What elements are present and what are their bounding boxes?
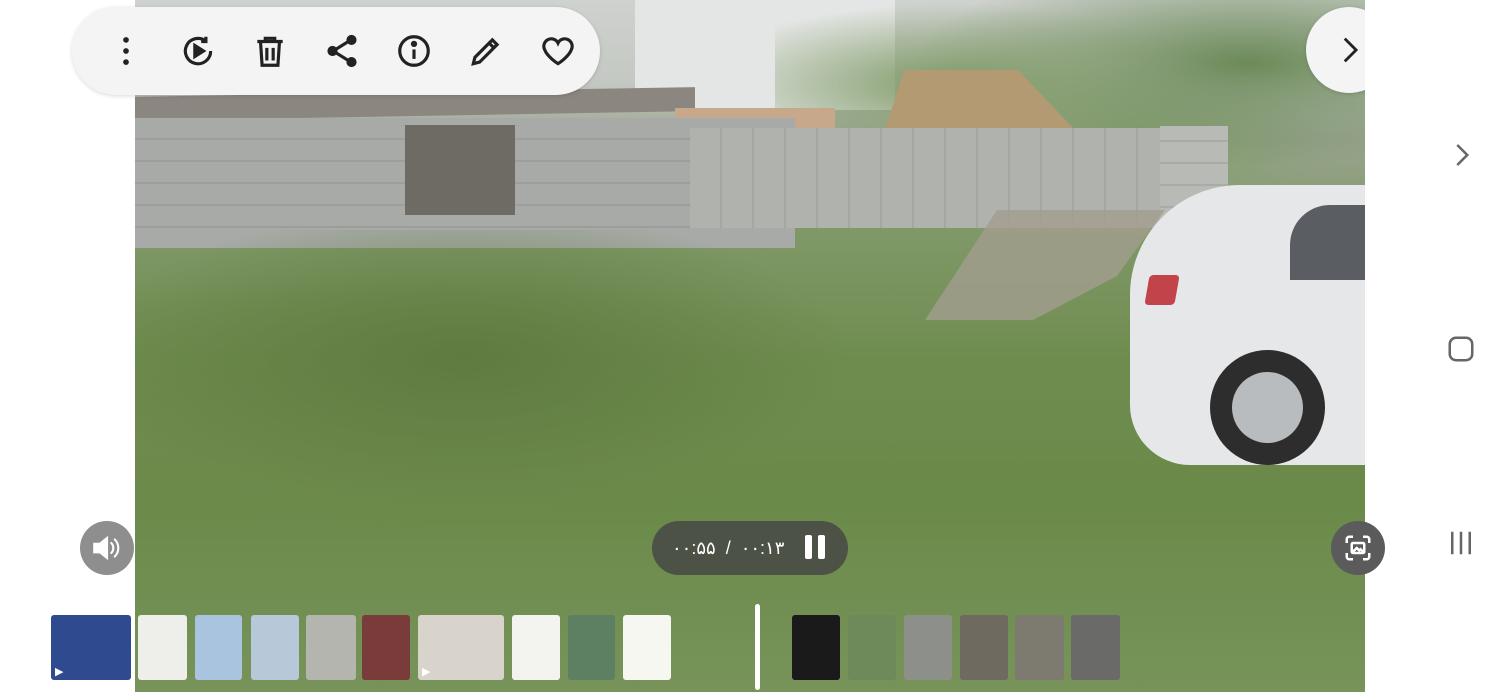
playback-controls: ۰۰:۵۵ / ۰۰:۱۳ [652,521,848,575]
pencil-icon [471,37,500,66]
volume-button[interactable] [80,521,134,575]
home-square-icon [1448,336,1474,362]
pause-icon [805,535,812,559]
timeline-playhead[interactable] [755,604,760,690]
thumbnail-item[interactable] [1071,615,1120,680]
nav-back-button[interactable] [1440,134,1482,176]
share-icon [327,34,357,68]
thumbnail-item[interactable] [51,615,131,680]
thumbnail-item[interactable] [792,615,840,680]
thumbnail-item[interactable] [512,615,560,680]
thumbnail-item[interactable] [418,615,504,680]
thumbnail-item[interactable] [960,615,1008,680]
car-taillight [1144,275,1180,305]
info-icon [398,35,430,67]
thumbnail-item[interactable] [251,615,299,680]
thumbnail-item[interactable] [623,615,671,680]
auto-play-button[interactable] [162,7,234,95]
chevron-right-icon [1343,37,1359,63]
time-separator: / [725,537,731,558]
video-frame[interactable] [135,0,1365,692]
speaker-icon [93,535,120,561]
pause-button[interactable] [802,535,828,561]
car-wheel [1210,350,1325,465]
capture-frame-button[interactable] [1331,521,1385,575]
thumbnail-item[interactable] [568,615,615,680]
delete-button[interactable] [234,7,306,95]
thumbnail-item[interactable] [362,615,410,680]
window [405,125,515,215]
nav-home-button[interactable] [1440,328,1482,370]
thumbnail-item[interactable] [195,615,242,680]
current-time: ۰۰:۱۳ [740,537,785,558]
details-button[interactable] [378,7,450,95]
nav-recents-button[interactable] [1440,522,1482,564]
capture-icon [1345,535,1371,561]
duration: ۰۰:۵۵ [672,537,716,558]
thumbnail-item[interactable] [138,615,187,680]
thumbnail-item[interactable] [306,615,356,680]
thumbnail-item[interactable] [1015,615,1064,680]
thumbnail-strip [0,604,1365,692]
thumbnail-item[interactable] [904,615,952,680]
bushes [135,230,955,550]
favorite-button[interactable] [522,7,594,95]
more-vertical-icon [123,37,129,65]
thumbnail-item[interactable] [848,615,896,680]
car-window [1290,205,1365,280]
heart-icon [542,37,574,66]
system-navigation-bar [1365,0,1500,692]
more-options-button[interactable] [90,7,162,95]
recents-icon [1451,531,1471,555]
chevron-right-icon [1456,144,1470,166]
play-circle-icon [183,36,213,66]
trash-icon [257,36,283,67]
edit-button[interactable] [450,7,522,95]
time-display: ۰۰:۵۵ / ۰۰:۱۳ [672,538,802,559]
top-toolbar [72,7,600,95]
share-button[interactable] [306,7,378,95]
